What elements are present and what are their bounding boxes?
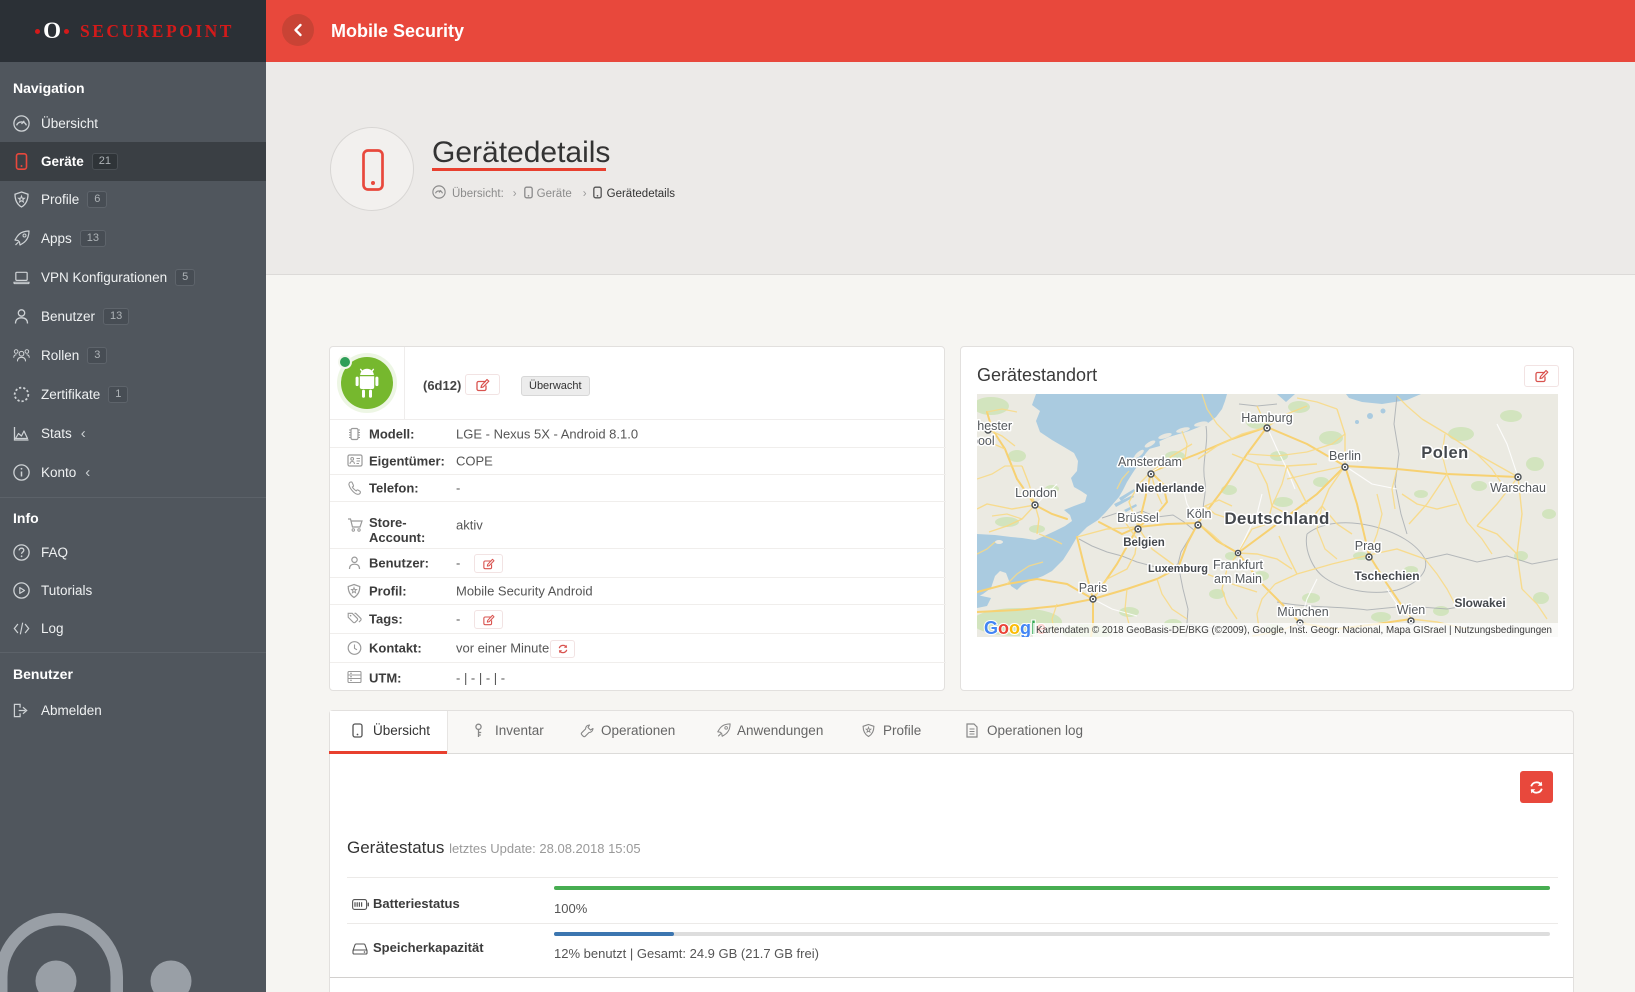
svg-text:Tschechien: Tschechien — [1354, 569, 1419, 583]
svg-text:Niederlande: Niederlande — [1136, 481, 1205, 495]
svg-text:Amsterdam: Amsterdam — [1118, 455, 1182, 469]
svg-text:Polen: Polen — [1421, 444, 1468, 462]
svg-text:Warschau: Warschau — [1490, 481, 1546, 495]
svg-text:Frankfurt: Frankfurt — [1213, 558, 1264, 572]
svg-text:London: London — [1015, 486, 1057, 500]
svg-text:Hamburg: Hamburg — [1241, 411, 1292, 425]
svg-text:Paris: Paris — [1079, 581, 1107, 595]
svg-text:München: München — [1277, 605, 1328, 619]
svg-text:Wien: Wien — [1397, 603, 1426, 617]
svg-text:pool: pool — [977, 434, 995, 448]
svg-text:Belgien: Belgien — [1123, 537, 1165, 549]
svg-text:Deutschland: Deutschland — [1224, 509, 1329, 528]
svg-text:chester: chester — [977, 419, 1012, 433]
svg-text:Kartendaten © 2018 GeoBasis-DE: Kartendaten © 2018 GeoBasis-DE/BKG (©200… — [1036, 625, 1552, 636]
svg-text:Berlin: Berlin — [1329, 449, 1361, 463]
svg-text:Slowakei: Slowakei — [1454, 596, 1505, 610]
svg-text:Luxemburg: Luxemburg — [1148, 563, 1208, 575]
svg-text:Köln: Köln — [1186, 507, 1211, 521]
svg-text:am Main: am Main — [1214, 572, 1262, 586]
svg-text:Prag: Prag — [1355, 539, 1381, 553]
svg-text:Brüssel: Brüssel — [1117, 511, 1159, 525]
